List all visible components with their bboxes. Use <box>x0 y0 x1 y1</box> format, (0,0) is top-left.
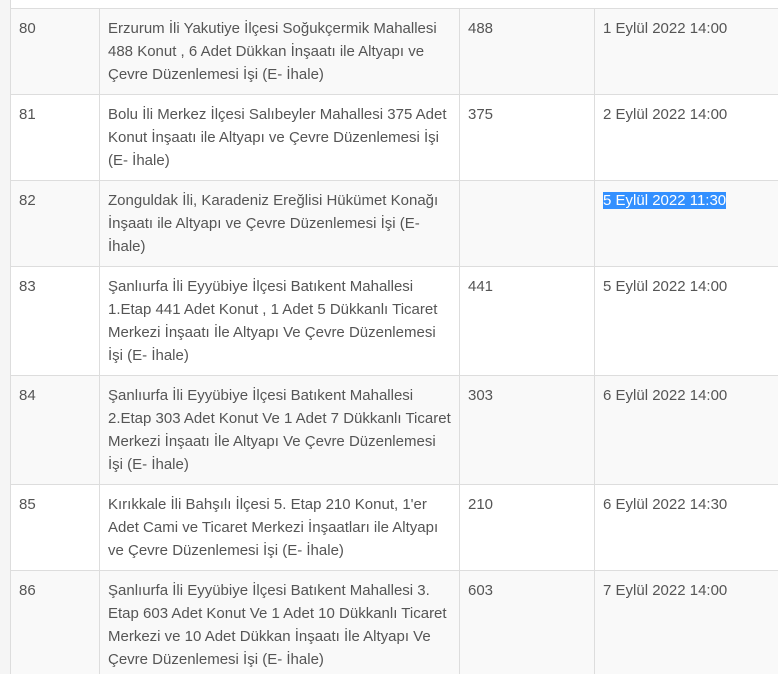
unit-count: 441 <box>459 266 595 376</box>
row-number: 84 <box>10 375 100 485</box>
tender-date: 6 Eylül 2022 14:00 <box>594 375 778 485</box>
unit-count: 488 <box>459 8 595 95</box>
tender-date: 6 Eylül 2022 14:30 <box>594 484 778 571</box>
tender-date-text: 6 Eylül 2022 14:00 <box>603 387 728 404</box>
tender-name: Şanlıurfa İli Eyyübiye İlçesi Batıkent M… <box>99 570 460 674</box>
tender-date-text: 5 Eylül 2022 14:00 <box>603 278 728 295</box>
table-row: 84 Şanlıurfa İli Eyyübiye İlçesi Batıken… <box>10 375 778 485</box>
tender-table: 80 Erzurum İli Yakutiye İlçesi Soğukçerm… <box>10 8 778 674</box>
table-row: 86 Şanlıurfa İli Eyyübiye İlçesi Batıken… <box>10 570 778 674</box>
table-row: 85 Kırıkkale İli Bahşılı İlçesi 5. Etap … <box>10 484 778 571</box>
tender-date-text: 2 Eylül 2022 14:00 <box>603 106 728 123</box>
tender-name: Şanlıurfa İli Eyyübiye İlçesi Batıkent M… <box>99 266 460 376</box>
tender-name: Kırıkkale İli Bahşılı İlçesi 5. Etap 210… <box>99 484 460 571</box>
table-row: 83 Şanlıurfa İli Eyyübiye İlçesi Batıken… <box>10 266 778 376</box>
unit-count: 303 <box>459 375 595 485</box>
unit-count <box>459 180 595 267</box>
tender-name: Bolu İli Merkez İlçesi Salıbeyler Mahall… <box>99 94 460 181</box>
table-row: 82 Zonguldak İli, Karadeniz Ereğlisi Hük… <box>10 180 778 267</box>
tender-date: 5 Eylül 2022 14:00 <box>594 266 778 376</box>
tender-name: Zonguldak İli, Karadeniz Ereğlisi Hüküme… <box>99 180 460 267</box>
table-row: 81 Bolu İli Merkez İlçesi Salıbeyler Mah… <box>10 94 778 181</box>
tender-date-text: 7 Eylül 2022 14:00 <box>603 582 728 599</box>
tender-date: 5 Eylül 2022 11:30 <box>594 180 778 267</box>
tender-date: 7 Eylül 2022 14:00 <box>594 570 778 674</box>
tender-date: 2 Eylül 2022 14:00 <box>594 94 778 181</box>
unit-count: 375 <box>459 94 595 181</box>
row-number: 85 <box>10 484 100 571</box>
tender-date-text: 1 Eylül 2022 14:00 <box>603 20 728 37</box>
tender-date-text: 6 Eylül 2022 14:30 <box>603 496 728 513</box>
tender-table-body: 80 Erzurum İli Yakutiye İlçesi Soğukçerm… <box>10 8 778 674</box>
row-number: 81 <box>10 94 100 181</box>
unit-count: 210 <box>459 484 595 571</box>
row-number: 82 <box>10 180 100 267</box>
row-number: 80 <box>10 8 100 95</box>
table-row: 80 Erzurum İli Yakutiye İlçesi Soğukçerm… <box>10 8 778 95</box>
unit-count: 603 <box>459 570 595 674</box>
tender-name: Erzurum İli Yakutiye İlçesi Soğukçermik … <box>99 8 460 95</box>
row-number: 86 <box>10 570 100 674</box>
tender-name: Şanlıurfa İli Eyyübiye İlçesi Batıkent M… <box>99 375 460 485</box>
page-frame: 80 Erzurum İli Yakutiye İlçesi Soğukçerm… <box>0 0 778 674</box>
tender-date-text-selected[interactable]: 5 Eylül 2022 11:30 <box>603 192 727 209</box>
row-number: 83 <box>10 266 100 376</box>
tender-date: 1 Eylül 2022 14:00 <box>594 8 778 95</box>
